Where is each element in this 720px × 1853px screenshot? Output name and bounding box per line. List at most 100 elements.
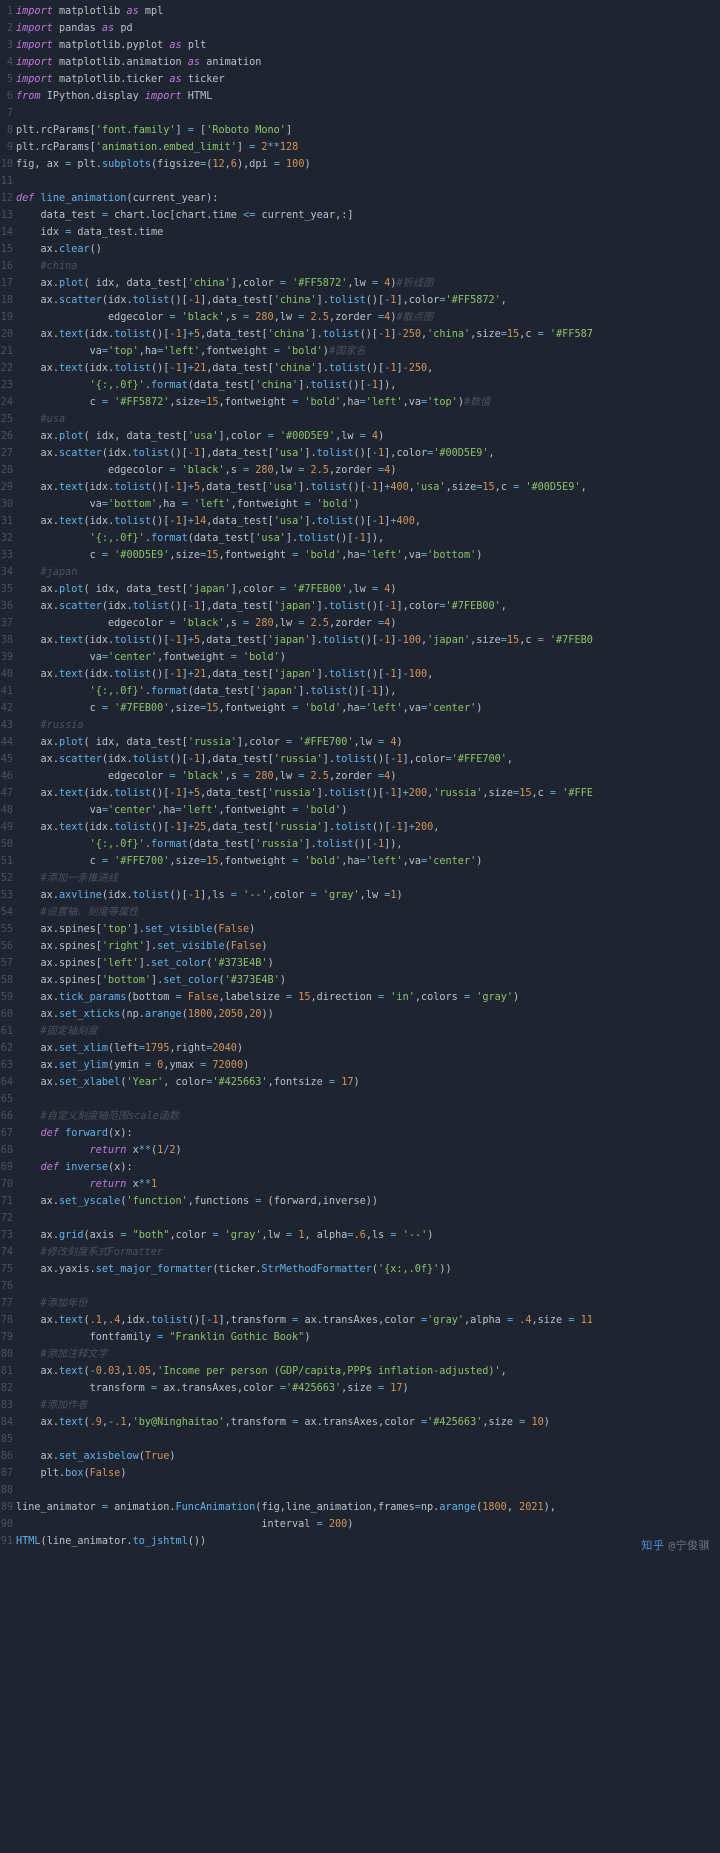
code-line: fontfamily = "Franklin Gothic Book"): [16, 1330, 720, 1347]
line-number: 23: [0, 378, 13, 395]
code-line: from IPython.display import HTML: [16, 89, 720, 106]
line-number: 54: [0, 905, 13, 922]
line-number: 37: [0, 616, 13, 633]
code-line: import pandas as pd: [16, 21, 720, 38]
line-number: 51: [0, 854, 13, 871]
line-number: 79: [0, 1330, 13, 1347]
line-number: 38: [0, 633, 13, 650]
code-line: interval = 200): [16, 1517, 720, 1534]
line-number: 57: [0, 956, 13, 973]
code-line: return x**1: [16, 1177, 720, 1194]
code-line: va='center',ha='left',fontweight = 'bold…: [16, 803, 720, 820]
line-number: 43: [0, 718, 13, 735]
line-number: 1: [0, 4, 13, 21]
line-number: 42: [0, 701, 13, 718]
code-line: [16, 1211, 720, 1228]
code-line: c = '#7FEB00',size=15,fontweight = 'bold…: [16, 701, 720, 718]
line-number: 55: [0, 922, 13, 939]
code-line: va='center',fontweight = 'bold'): [16, 650, 720, 667]
code-line: idx = data_test.time: [16, 225, 720, 242]
code-line: ax.plot( idx, data_test['china'],color =…: [16, 276, 720, 293]
line-number: 52: [0, 871, 13, 888]
line-number: 15: [0, 242, 13, 259]
line-number: 87: [0, 1466, 13, 1483]
line-number: 85: [0, 1432, 13, 1449]
code-line: ax.plot( idx, data_test['russia'],color …: [16, 735, 720, 752]
line-number: 27: [0, 446, 13, 463]
line-number: 91: [0, 1534, 13, 1551]
code-line: ax.set_xlim(left=1795,right=2040): [16, 1041, 720, 1058]
code-line: [16, 174, 720, 191]
code-line: ax.set_xticks(np.arange(1800,2050,20)): [16, 1007, 720, 1024]
line-number: 73: [0, 1228, 13, 1245]
line-number: 40: [0, 667, 13, 684]
line-number: 68: [0, 1143, 13, 1160]
code-line: #添加作者: [16, 1398, 720, 1415]
code-line: #china: [16, 259, 720, 276]
code-line: ax.spines['bottom'].set_color('#373E4B'): [16, 973, 720, 990]
zhihu-user: @宁俊骐: [668, 1539, 710, 1552]
code-line: plt.box(False): [16, 1466, 720, 1483]
code-line: #自定义刻度轴范围scale函数: [16, 1109, 720, 1126]
code-line: ax.set_ylim(ymin = 0,ymax = 72000): [16, 1058, 720, 1075]
code-line: #usa: [16, 412, 720, 429]
line-number: 22: [0, 361, 13, 378]
code-line: ax.text(idx.tolist()[-1]+5,data_test['ch…: [16, 327, 720, 344]
code-line: #设置轴、刻度等属性: [16, 905, 720, 922]
code-line: ax.text(-0.03,1.05,'Income per person (G…: [16, 1364, 720, 1381]
line-number: 56: [0, 939, 13, 956]
line-number: 77: [0, 1296, 13, 1313]
line-number: 18: [0, 293, 13, 310]
code-line: HTML(line_animator.to_jshtml()): [16, 1534, 720, 1551]
code-line: line_animator = animation.FuncAnimation(…: [16, 1500, 720, 1517]
code-line: '{:,.0f}'.format(data_test['russia'].tol…: [16, 837, 720, 854]
code-line: ax.scatter(idx.tolist()[-1],data_test['u…: [16, 446, 720, 463]
line-number: 5: [0, 72, 13, 89]
line-number: 65: [0, 1092, 13, 1109]
line-number: 39: [0, 650, 13, 667]
line-number: 10: [0, 157, 13, 174]
line-number: 20: [0, 327, 13, 344]
line-number: 24: [0, 395, 13, 412]
zhihu-watermark: 知乎 @宁俊骐: [641, 1537, 710, 1555]
line-number: 81: [0, 1364, 13, 1381]
line-number: 58: [0, 973, 13, 990]
line-number: 44: [0, 735, 13, 752]
line-number: 59: [0, 990, 13, 1007]
code-line: import matplotlib.animation as animation: [16, 55, 720, 72]
zhihu-logo-text: 知乎: [641, 1539, 664, 1552]
code-line: edgecolor = 'black',s = 280,lw = 2.5,zor…: [16, 616, 720, 633]
code-line: return x**(1/2): [16, 1143, 720, 1160]
line-number: 34: [0, 565, 13, 582]
line-number-gutter: 1234567891011121314151617181920212223242…: [0, 4, 16, 1551]
code-line: ax.spines['top'].set_visible(False): [16, 922, 720, 939]
line-number: 48: [0, 803, 13, 820]
code-line: edgecolor = 'black',s = 280,lw = 2.5,zor…: [16, 463, 720, 480]
line-number: 7: [0, 106, 13, 123]
line-number: 29: [0, 480, 13, 497]
code-line: ax.text(idx.tolist()[-1]+5,data_test['ru…: [16, 786, 720, 803]
code-line: edgecolor = 'black',s = 280,lw = 2.5,zor…: [16, 310, 720, 327]
code-line: '{:,.0f}'.format(data_test['usa'].tolist…: [16, 531, 720, 548]
line-number: 36: [0, 599, 13, 616]
code-line: ax.set_xlabel('Year', color='#425663',fo…: [16, 1075, 720, 1092]
line-number: 11: [0, 174, 13, 191]
line-number: 88: [0, 1483, 13, 1500]
code-lines: import matplotlib as mplimport pandas as…: [16, 4, 720, 1551]
line-number: 17: [0, 276, 13, 293]
code-line: [16, 1279, 720, 1296]
code-line: [16, 1092, 720, 1109]
code-line: import matplotlib.ticker as ticker: [16, 72, 720, 89]
code-line: [16, 1483, 720, 1500]
line-number: 32: [0, 531, 13, 548]
line-number: 13: [0, 208, 13, 225]
code-line: ax.text(idx.tolist()[-1]+5,data_test['us…: [16, 480, 720, 497]
code-line: ax.text(idx.tolist()[-1]+25,data_test['r…: [16, 820, 720, 837]
line-number: 35: [0, 582, 13, 599]
line-number: 75: [0, 1262, 13, 1279]
line-number: 89: [0, 1500, 13, 1517]
line-number: 12: [0, 191, 13, 208]
line-number: 16: [0, 259, 13, 276]
line-number: 60: [0, 1007, 13, 1024]
code-line: '{:,.0f}'.format(data_test['japan'].toli…: [16, 684, 720, 701]
